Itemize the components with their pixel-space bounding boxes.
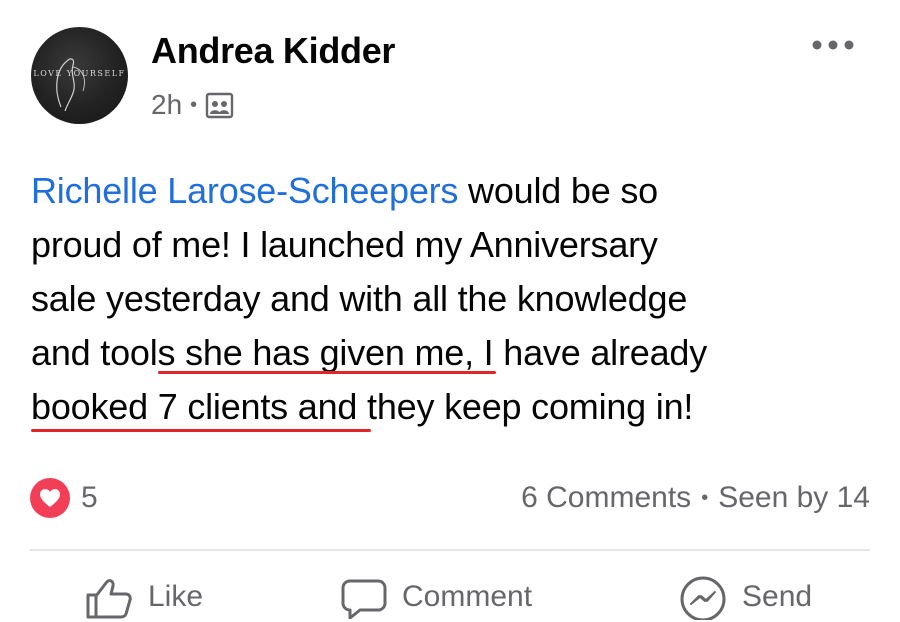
send-button[interactable]: Send <box>678 572 812 622</box>
comments-count-link[interactable]: 6 Comments <box>521 481 691 515</box>
thumbs-up-icon <box>86 579 132 619</box>
comment-button[interactable]: Comment <box>340 572 532 622</box>
post-line: booked 7 clients and they keep coming in… <box>31 386 694 427</box>
send-label: Send <box>742 580 813 613</box>
post-stats: 6 Comments • Seen by 14 <box>521 478 870 518</box>
reactions-summary[interactable]: 5 <box>30 478 98 518</box>
seen-by-link[interactable]: Seen by 14 <box>718 481 870 515</box>
divider <box>30 549 870 551</box>
post-body: Richelle Larose-Scheepers would be so pr… <box>31 164 881 434</box>
red-underline-annotation <box>31 429 371 432</box>
comment-label: Comment <box>402 580 533 613</box>
mention-link[interactable]: Richelle Larose-Scheepers <box>31 170 458 211</box>
like-label: Like <box>148 580 204 613</box>
avatar-logo-text: LOVE YOURSELF <box>33 69 126 78</box>
more-options-button[interactable] <box>806 30 860 60</box>
post-line: sale yesterday and with all the knowledg… <box>31 278 688 319</box>
meta-separator: • <box>190 93 198 116</box>
like-button[interactable]: Like <box>84 572 203 622</box>
group-audience-icon[interactable] <box>205 91 234 120</box>
reaction-count: 5 <box>81 481 98 514</box>
more-options-icon <box>812 40 854 50</box>
post-meta: 2h • <box>151 88 234 122</box>
red-underline-annotation <box>158 371 496 374</box>
post-line: Richelle Larose-Scheepers would be so <box>31 164 881 218</box>
author-name[interactable]: Andrea Kidder <box>151 30 395 72</box>
comment-bubble-icon <box>341 579 387 619</box>
post-line: proud of me! I launched my Anniversary <box>31 224 658 265</box>
stats-separator: • <box>701 486 709 509</box>
timestamp[interactable]: 2h <box>151 89 182 121</box>
avatar[interactable]: LOVE YOURSELF <box>31 27 128 124</box>
love-reaction-icon <box>30 478 70 518</box>
post-line-text: would be so <box>458 170 658 211</box>
send-messenger-icon <box>680 576 726 620</box>
